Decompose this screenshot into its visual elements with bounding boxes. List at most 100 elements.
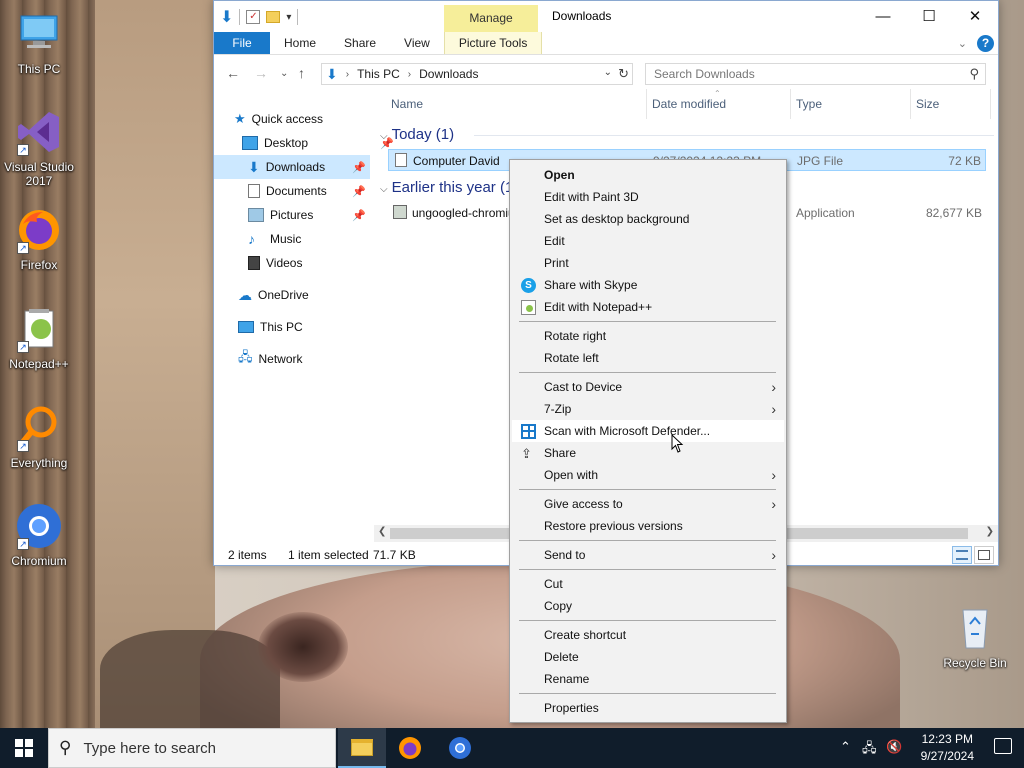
menu-item-rename[interactable]: Rename — [512, 668, 784, 690]
forward-button[interactable]: → — [254, 65, 268, 81]
group-header-today[interactable]: ⌵ Today (1) — [380, 126, 454, 143]
menu-item-copy[interactable]: Copy — [512, 595, 784, 617]
menu-item-give-access[interactable]: Give access to › — [512, 493, 784, 515]
menu-item-scan-defender[interactable]: Scan with Microsoft Defender... — [512, 420, 784, 442]
details-view-button[interactable] — [952, 546, 972, 564]
submenu-arrow-icon: › — [771, 379, 776, 395]
sort-indicator-icon: ⌃ — [714, 89, 721, 98]
new-folder-icon[interactable] — [266, 11, 281, 23]
window-controls: — ☐ ✕ — [860, 1, 998, 31]
menu-item-share-skype[interactable]: S Share with Skype — [512, 274, 784, 296]
search-input[interactable]: Search Downloads ⚲ — [645, 63, 986, 85]
column-type[interactable]: Type — [796, 97, 822, 111]
desktop-icon-recycle-bin[interactable]: Recycle Bin — [936, 604, 1014, 670]
desktop-icon-notepadpp[interactable]: ↗ Notepad++ — [0, 305, 78, 371]
menu-item-send-to[interactable]: Send to › — [512, 544, 784, 566]
large-icons-view-button[interactable] — [974, 546, 994, 564]
desktop-icon-chromium[interactable]: ↗ Chromium — [0, 502, 78, 568]
taskbar-file-explorer[interactable] — [338, 728, 386, 768]
scroll-left-icon[interactable]: ❮ — [378, 526, 386, 537]
desktop-icon-visual-studio[interactable]: ↗ Visual Studio 2017 — [0, 108, 78, 188]
up-button[interactable]: ↑ — [298, 65, 305, 81]
menu-item-open-with[interactable]: Open with › — [512, 464, 784, 486]
column-size[interactable]: Size — [916, 97, 939, 111]
desktop-icon-everything[interactable]: ↗ Everything — [0, 404, 78, 470]
tray-overflow-icon[interactable]: ⌃ — [840, 739, 851, 755]
tab-share[interactable]: Share — [330, 32, 390, 54]
file-size: 82,677 KB — [925, 206, 982, 220]
nav-music[interactable]: ♪ Music — [248, 227, 370, 251]
nav-videos[interactable]: Videos — [248, 251, 370, 275]
minimize-button[interactable]: — — [860, 1, 906, 31]
menu-item-cut[interactable]: Cut — [512, 573, 784, 595]
menu-item-print[interactable]: Print — [512, 252, 784, 274]
menu-item-label: Copy — [544, 599, 573, 613]
taskbar-chromium[interactable] — [436, 728, 484, 768]
menu-item-open[interactable]: Open — [512, 164, 784, 186]
down-arrow-icon[interactable]: ⬇ — [220, 7, 233, 27]
menu-item-rotate-left[interactable]: Rotate left — [512, 347, 784, 369]
tab-picture-tools[interactable]: Picture Tools — [443, 32, 543, 54]
menu-item-cast-to-device[interactable]: Cast to Device › — [512, 376, 784, 398]
system-clock[interactable]: 12:23 PM 9/27/2024 — [921, 731, 974, 765]
tab-file[interactable]: File — [214, 32, 270, 54]
help-icon[interactable]: ? — [977, 35, 994, 52]
desktop-icon-firefox[interactable]: ↗ Firefox — [0, 206, 78, 272]
title-bar[interactable]: ⬇ ✓ ▾ Manage Downloads — ☐ ✕ — [214, 1, 998, 32]
column-date-modified[interactable]: Date modified — [652, 97, 726, 111]
nav-downloads[interactable]: ⬇ Downloads 📌 — [214, 155, 370, 179]
recycle-bin-icon — [951, 604, 999, 652]
nav-network[interactable]: 🖧 Network — [238, 347, 370, 371]
expand-ribbon-icon[interactable]: ⌄ — [958, 37, 967, 50]
menu-item-properties[interactable]: Properties — [512, 697, 784, 719]
customize-toolbar-icon[interactable]: ▾ — [286, 12, 291, 23]
nav-pictures[interactable]: Pictures 📌 — [248, 203, 370, 227]
menu-item-edit[interactable]: Edit — [512, 230, 784, 252]
taskbar-search-box[interactable]: ⚲ Type here to search — [48, 728, 336, 768]
tab-view[interactable]: View — [390, 32, 444, 54]
menu-item-restore-previous[interactable]: Restore previous versions — [512, 515, 784, 537]
menu-item-edit-paint3d[interactable]: Edit with Paint 3D — [512, 186, 784, 208]
defender-icon — [521, 424, 536, 439]
menu-item-create-shortcut[interactable]: Create shortcut — [512, 624, 784, 646]
notification-center-icon[interactable] — [994, 738, 1012, 754]
wallpaper-mouth — [258, 612, 348, 682]
taskbar-firefox[interactable] — [386, 728, 434, 768]
nav-desktop[interactable]: Desktop 📌 — [242, 131, 398, 155]
menu-item-share[interactable]: ⇪ Share — [512, 442, 784, 464]
menu-item-edit-notepadpp[interactable]: Edit with Notepad++ — [512, 296, 784, 318]
close-button[interactable]: ✕ — [952, 1, 998, 31]
network-status-icon[interactable]: 🖧 — [862, 739, 877, 761]
menu-item-label: Cut — [544, 577, 563, 591]
menu-item-7zip[interactable]: 7-Zip › — [512, 398, 784, 420]
breadcrumb-this-pc[interactable]: This PC — [357, 67, 400, 81]
nav-quick-access[interactable]: ★ Quick access — [234, 107, 390, 131]
column-name[interactable]: Name — [391, 97, 423, 111]
address-bar[interactable]: ⬇ › This PC › Downloads ⌄ ↻ — [321, 63, 633, 85]
maximize-button[interactable]: ☐ — [906, 1, 952, 31]
scroll-right-icon[interactable]: ❯ — [986, 526, 994, 537]
recent-locations-button[interactable]: ⌄ — [280, 68, 288, 79]
menu-item-label: Edit with Notepad++ — [544, 300, 653, 314]
group-header-earlier-this-year[interactable]: ⌵ Earlier this year (1) — [380, 179, 518, 196]
volume-muted-icon[interactable]: 🔇 — [886, 739, 902, 755]
nav-onedrive[interactable]: ☁ OneDrive — [238, 283, 370, 307]
properties-icon[interactable]: ✓ — [246, 10, 261, 24]
status-size: 71.7 KB — [373, 548, 416, 562]
tab-home[interactable]: Home — [270, 32, 330, 54]
network-icon: 🖧 — [238, 349, 253, 364]
refresh-icon[interactable]: ↻ — [618, 66, 629, 82]
start-button[interactable] — [0, 728, 48, 768]
menu-item-set-desktop-background[interactable]: Set as desktop background — [512, 208, 784, 230]
menu-item-label: Restore previous versions — [544, 519, 683, 533]
downloads-folder-icon: ⬇ — [326, 65, 338, 82]
nav-documents[interactable]: Documents 📌 — [248, 179, 370, 203]
nav-this-pc[interactable]: This PC — [238, 315, 370, 339]
breadcrumb-downloads[interactable]: Downloads — [419, 67, 478, 81]
menu-item-delete[interactable]: Delete — [512, 646, 784, 668]
desktop-icon-this-pc[interactable]: This PC — [0, 10, 78, 76]
tab-manage[interactable]: Manage — [444, 5, 538, 32]
back-button[interactable]: ← — [226, 65, 240, 81]
menu-item-rotate-right[interactable]: Rotate right — [512, 325, 784, 347]
address-dropdown-icon[interactable]: ⌄ — [604, 67, 612, 78]
